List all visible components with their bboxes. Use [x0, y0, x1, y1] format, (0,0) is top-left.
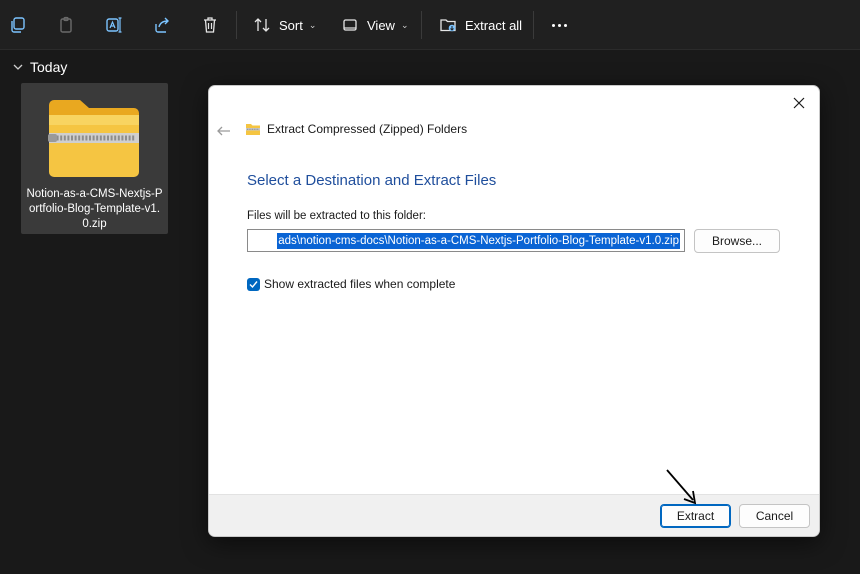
browse-button[interactable]: Browse... [694, 229, 780, 253]
destination-label: Files will be extracted to this folder: [247, 210, 426, 222]
paste-icon [60, 16, 72, 33]
show-files-checkbox[interactable] [247, 277, 260, 291]
extract-all-label: Extract all [465, 17, 523, 33]
more-icon [551, 23, 567, 27]
cancel-button[interactable]: Cancel [739, 504, 810, 528]
zip-folder-icon [246, 124, 260, 135]
paste-button[interactable] [49, 8, 83, 42]
file-name: Notion-as-a-CMS-Nextjs-Portfolio-Blog-Te… [26, 188, 163, 230]
close-button[interactable] [785, 90, 813, 116]
file-item[interactable]: Notion-as-a-CMS-Nextjs-Portfolio-Blog-Te… [21, 83, 168, 234]
share-button[interactable] [145, 8, 179, 42]
arrow-icon [666, 469, 697, 505]
explorer-toolbar: Sort ⌄ View ⌄ Extract all [0, 0, 860, 50]
more-options-button[interactable] [542, 8, 576, 42]
checkmark-icon [249, 280, 258, 288]
group-header-today[interactable]: Today [12, 59, 67, 75]
extract-all-button[interactable]: Extract all [431, 8, 530, 42]
view-icon [343, 19, 357, 31]
toolbar-separator [533, 11, 534, 39]
share-icon [155, 17, 169, 33]
rename-icon [106, 17, 122, 33]
destination-path-input[interactable]: ads\notion-cms-docs\Notion-as-a-CMS-Next… [247, 229, 685, 252]
sort-icon [254, 18, 270, 32]
destination-path-text: ads\notion-cms-docs\Notion-as-a-CMS-Next… [277, 233, 680, 249]
delete-button[interactable] [193, 8, 227, 42]
annotation-text: Click this [634, 446, 691, 462]
sort-label: Sort [279, 17, 303, 33]
view-button[interactable]: View ⌄ [333, 8, 417, 42]
dialog-title-bar: Extract Compressed (Zipped) Folders [245, 122, 467, 136]
toolbar-separator [236, 11, 237, 39]
group-title: Today [30, 59, 68, 75]
chevron-down-icon: ⌄ [400, 19, 409, 30]
copy-button[interactable] [1, 8, 35, 42]
dialog-heading: Select a Destination and Extract Files [247, 172, 497, 189]
rename-button[interactable] [97, 8, 131, 42]
show-files-option[interactable]: Show extracted files when complete [247, 277, 455, 291]
sort-button[interactable]: Sort ⌄ [245, 8, 324, 42]
dialog-footer: Extract Cancel [209, 494, 819, 536]
show-files-label: Show extracted files when complete [264, 277, 456, 291]
view-label: View [367, 17, 395, 33]
back-button[interactable] [215, 122, 233, 140]
zip-folder-icon [48, 100, 139, 177]
chevron-down-icon: ⌄ [308, 19, 317, 30]
chevron-down-icon [13, 64, 23, 70]
back-arrow-icon [217, 126, 230, 136]
close-icon [793, 97, 805, 109]
copy-icon [11, 17, 25, 33]
extract-dialog: Extract Compressed (Zipped) Folders Sele… [208, 85, 820, 537]
trash-icon [204, 17, 216, 33]
toolbar-separator [421, 11, 422, 39]
extract-all-icon [440, 19, 456, 32]
dialog-title: Extract Compressed (Zipped) Folders [267, 122, 468, 136]
